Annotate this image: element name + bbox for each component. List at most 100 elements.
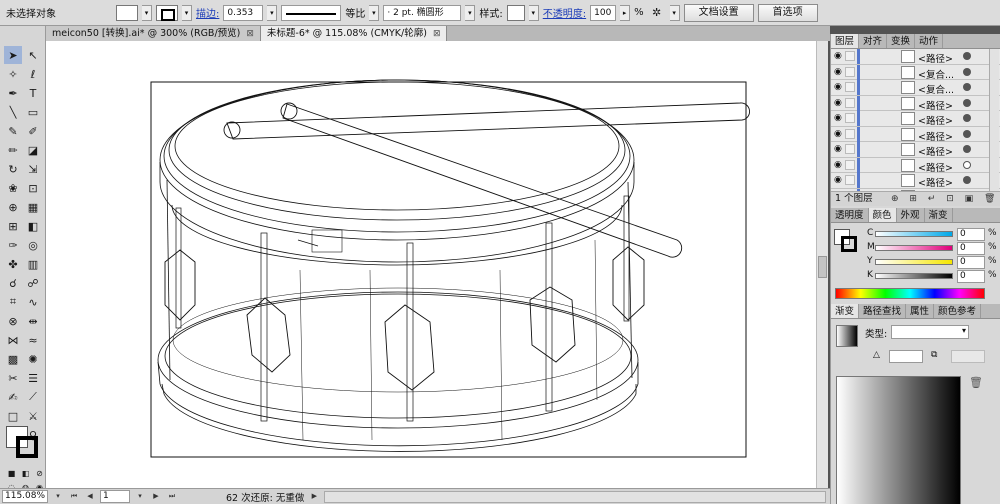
width-tool-icon[interactable]: ⇹	[24, 312, 42, 330]
document-setup-button[interactable]: 文档设置	[683, 3, 754, 22]
channel-value[interactable]: 0	[957, 256, 985, 269]
channel-value[interactable]: 0	[957, 242, 985, 255]
slice-tool-icon[interactable]: ∿	[24, 293, 42, 311]
chevron-down-icon[interactable]: ▾	[528, 4, 539, 21]
stroke-weight-field[interactable]: 0.353	[223, 4, 264, 21]
scissors-icon[interactable]: ✂	[4, 369, 22, 387]
target-icon[interactable]	[963, 83, 971, 91]
color-mode-icon[interactable]: ■	[6, 468, 17, 479]
stroke-box[interactable]	[841, 236, 857, 252]
perspective-grid-icon[interactable]: ▦	[24, 198, 42, 216]
pencil-icon[interactable]: ✐	[24, 122, 42, 140]
opacity-field[interactable]: 100	[590, 4, 617, 21]
warp-envelope-icon[interactable]: ⋈	[4, 331, 22, 349]
mesh-grid-icon[interactable]: ▩	[4, 350, 22, 368]
layer-row[interactable]: ◉ <路径>	[831, 49, 1000, 65]
eye-icon[interactable]: ◉	[834, 98, 842, 108]
eye-icon[interactable]: ◉	[834, 113, 842, 123]
blend-tool-icon[interactable]: ◎	[24, 236, 42, 254]
brush-field[interactable]: · 2 pt. 椭圆形	[383, 4, 462, 21]
free-transform-icon[interactable]: ⊡	[24, 179, 42, 197]
lock-toggle[interactable]	[845, 97, 855, 108]
chevron-down-icon[interactable]: ▾	[267, 4, 278, 21]
status-menu-icon[interactable]: ▶	[308, 490, 320, 503]
target-icon[interactable]	[963, 176, 971, 184]
page-field[interactable]: 1	[100, 490, 130, 503]
target-icon[interactable]	[963, 98, 971, 107]
graph-tool-icon[interactable]: ▥	[24, 255, 42, 273]
gradient-tool-icon[interactable]: ◧	[24, 217, 42, 235]
opacity-link[interactable]: 不透明度:	[543, 5, 586, 20]
layer-row[interactable]: ◉ <路径>	[831, 95, 1000, 112]
artwork-snare-drum[interactable]	[46, 41, 816, 488]
lock-toggle[interactable]	[845, 128, 855, 139]
lock-toggle[interactable]	[845, 144, 855, 154]
vertical-scrollbar[interactable]	[816, 41, 828, 488]
type-tool-icon[interactable]: T	[24, 84, 42, 102]
gradient-mode-icon[interactable]: ◧	[20, 468, 31, 479]
target-icon[interactable]	[963, 145, 971, 153]
tab-align[interactable]: 对齐	[859, 34, 888, 48]
color-spectrum[interactable]	[835, 288, 985, 299]
layers-footer-icons[interactable]: ⊕ ⊞ ↵ ⊡ ▣ 🗑	[891, 192, 999, 206]
layer-row[interactable]: ◉ <路径>	[831, 126, 1000, 143]
channel-slider[interactable]	[875, 231, 953, 237]
layers-scrollbar[interactable]	[989, 49, 999, 191]
lock-toggle[interactable]	[845, 51, 855, 61]
paintbrush-icon[interactable]: ✎	[4, 122, 22, 140]
preferences-button[interactable]: 首选项	[757, 3, 818, 22]
gradient-type-select[interactable]	[891, 325, 969, 339]
knife-icon[interactable]: ⚔	[24, 407, 42, 425]
prev-page-icon[interactable]: ◀	[84, 490, 96, 503]
chevron-down-icon[interactable]: ▾	[182, 4, 192, 21]
direct-selection-icon[interactable]: ↖	[24, 46, 42, 64]
lock-toggle[interactable]	[845, 113, 855, 123]
eraser-icon[interactable]: ◪	[24, 141, 42, 159]
lock-toggle[interactable]	[845, 66, 855, 77]
fill-swatch[interactable]	[116, 4, 138, 21]
gradient-angle-field[interactable]	[889, 350, 923, 363]
channel-value[interactable]: 0	[957, 228, 985, 241]
channel-slider[interactable]	[875, 245, 953, 251]
next-page-icon[interactable]: ▶	[150, 490, 162, 503]
lock-toggle[interactable]	[845, 175, 855, 185]
mesh-tool-icon[interactable]: ⊞	[4, 217, 22, 235]
tab-layers[interactable]: 图层	[831, 34, 860, 48]
eyedropper-alt-icon[interactable]: ✍	[4, 388, 22, 406]
first-page-icon[interactable]: ⏮	[68, 490, 80, 503]
none-mode-icon[interactable]: ⊘	[34, 468, 45, 479]
gradient-thumbnail[interactable]	[836, 325, 858, 347]
color-fill-stroke[interactable]	[834, 229, 858, 253]
channel-slider[interactable]	[875, 259, 953, 265]
chevron-down-icon[interactable]: ▾	[52, 490, 64, 503]
shape-builder-icon[interactable]: ⊕	[4, 198, 22, 216]
warp-tool-icon[interactable]: ❀	[4, 179, 22, 197]
tab-attributes[interactable]: 属性	[906, 304, 935, 318]
stroke-profile-preview[interactable]	[281, 4, 342, 21]
chevron-down-icon[interactable]: ▾	[142, 4, 152, 21]
tab-actions[interactable]: 动作	[915, 34, 944, 48]
wave-icon[interactable]: ≈	[24, 331, 42, 349]
tab-pathfinder[interactable]: 路径查找	[859, 304, 907, 318]
gradient-preview[interactable]	[836, 376, 961, 504]
pen-tool-icon[interactable]: ✒	[4, 84, 22, 102]
magic-wand-icon[interactable]: ✧	[4, 65, 22, 83]
eye-icon[interactable]: ◉	[834, 82, 842, 92]
zoom-field[interactable]: 115.08%	[2, 490, 48, 503]
eye-icon[interactable]: ◉	[834, 175, 842, 185]
target-icon[interactable]	[963, 52, 971, 60]
layer-row[interactable]: ◉ <复合...	[831, 64, 1000, 81]
fill-stroke-widget[interactable]	[6, 426, 40, 460]
channel-slider[interactable]	[875, 273, 953, 279]
eye-icon[interactable]: ◉	[834, 144, 842, 154]
gradient-ratio-field[interactable]	[951, 350, 985, 363]
tab-transform[interactable]: 变换	[887, 34, 916, 48]
scale-tool-icon[interactable]: ⇲	[24, 160, 42, 178]
selection-tool-icon[interactable]: ➤	[4, 46, 22, 64]
chevron-down-icon[interactable]: ▾	[465, 4, 476, 21]
eyedropper-icon[interactable]: ✑	[4, 236, 22, 254]
rotate-tool-icon[interactable]: ↻	[4, 160, 22, 178]
eye-icon[interactable]: ◉	[834, 129, 842, 139]
chevron-right-icon[interactable]: ▸	[620, 4, 631, 21]
recolor-icon[interactable]: ✲	[648, 4, 666, 22]
